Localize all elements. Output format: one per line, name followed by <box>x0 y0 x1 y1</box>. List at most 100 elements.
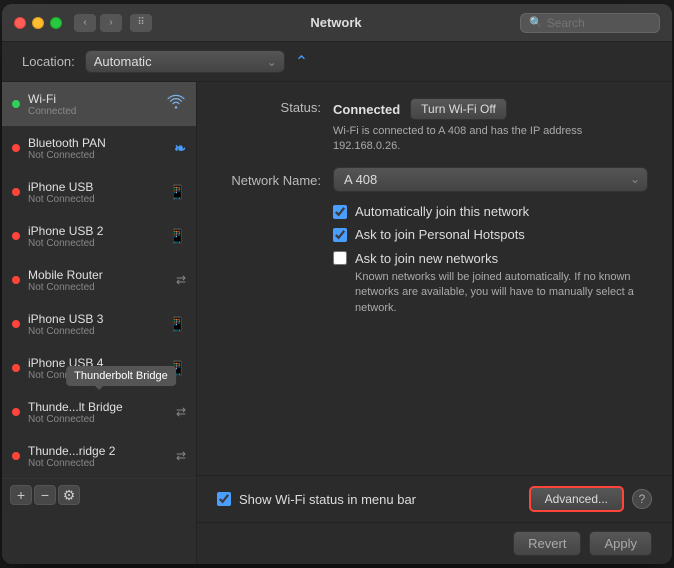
search-icon: 🔍 <box>529 16 543 29</box>
personal-hotspot-checkbox[interactable] <box>333 228 347 242</box>
new-networks-checkbox[interactable] <box>333 251 347 265</box>
status-description: Wi-Fi is connected to A 408 and has the … <box>333 124 613 155</box>
titlebar: ‹ › ⠿ Network 🔍 <box>2 4 672 42</box>
network-name-bt: Bluetooth PAN <box>28 136 166 150</box>
titlebar-nav: ‹ › ⠿ <box>74 14 152 32</box>
personal-hotspot-label: Ask to join Personal Hotspots <box>355 227 525 242</box>
auto-join-label: Automatically join this network <box>355 204 529 219</box>
network-status-wifi: Connected <box>28 106 158 117</box>
phone-icon-usb-4: 📱 <box>169 360 186 377</box>
window-title: Network <box>152 15 520 30</box>
network-status-bt: Not Connected <box>28 150 166 161</box>
network-info-wifi: Wi-Fi Connected <box>28 92 158 117</box>
sidebar: Wi-Fi Connected Bluetooth PAN <box>2 82 197 564</box>
network-info-bt: Bluetooth PAN Not Connected <box>28 136 166 161</box>
phone-icon-usb-2: 📱 <box>169 228 186 245</box>
status-line: Connected Turn Wi-Fi Off <box>333 98 613 120</box>
status-dot-mobile-router <box>12 276 20 284</box>
advanced-button[interactable]: Advanced... <box>529 486 624 512</box>
back-button[interactable]: ‹ <box>74 14 96 32</box>
help-button[interactable]: ? <box>632 489 652 509</box>
network-info-iphone-usb-3: iPhone USB 3 Not Connected <box>28 312 161 337</box>
personal-hotspot-row: Ask to join Personal Hotspots <box>333 227 648 242</box>
network-info-iphone-usb: iPhone USB Not Connected <box>28 180 161 205</box>
search-input[interactable] <box>547 16 651 30</box>
traffic-lights <box>14 17 62 29</box>
sidebar-item-bluetooth-pan[interactable]: Bluetooth PAN Not Connected ❧ <box>2 126 196 170</box>
footer-buttons: Revert Apply <box>197 522 672 564</box>
wifi-off-button[interactable]: Turn Wi-Fi Off <box>410 98 507 120</box>
add-network-button[interactable]: + <box>10 485 32 505</box>
network-name-iphone-usb-2: iPhone USB 2 <box>28 224 161 238</box>
maximize-button[interactable] <box>50 17 62 29</box>
sidebar-item-iphone-usb[interactable]: iPhone USB Not Connected 📱 <box>2 170 196 214</box>
network-name-row: Network Name: A 408 <box>221 167 648 192</box>
status-row: Status: Connected Turn Wi-Fi Off Wi-Fi i… <box>221 98 648 155</box>
status-value: Connected <box>333 102 400 117</box>
sidebar-item-iphone-usb-4[interactable]: iPhone USB 4 Not Connected 📱 <box>2 346 196 390</box>
show-wifi-row: Show Wi-Fi status in menu bar <box>217 492 529 507</box>
network-name-iphone-usb: iPhone USB <box>28 180 161 194</box>
status-dot-iphone-usb <box>12 188 20 196</box>
network-status-iphone-usb-4: Not Connected <box>28 370 161 381</box>
location-select[interactable]: Automatic <box>85 50 285 73</box>
close-button[interactable] <box>14 17 26 29</box>
network-name-iphone-usb-3: iPhone USB 3 <box>28 312 161 326</box>
network-info-tb-bridge: Thunde...lt Bridge Not Connected <box>28 400 168 425</box>
network-status-tb-bridge-2: Not Connected <box>28 458 168 469</box>
status-dot-iphone-usb-4 <box>12 364 20 372</box>
sidebar-item-mobile-router[interactable]: Mobile Router Not Connected ⇄ <box>2 258 196 302</box>
show-wifi-checkbox[interactable] <box>217 492 231 506</box>
status-dot-tb-bridge-2 <box>12 452 20 460</box>
status-dot-iphone-usb-3 <box>12 320 20 328</box>
apply-button[interactable]: Apply <box>589 531 652 556</box>
bottom-bar: Show Wi-Fi status in menu bar Advanced..… <box>197 475 672 522</box>
remove-network-button[interactable]: − <box>34 485 56 505</box>
sidebar-item-iphone-usb-3[interactable]: iPhone USB 3 Not Connected 📱 <box>2 302 196 346</box>
status-field-label: Status: <box>221 98 321 115</box>
sidebar-item-thunderbolt-bridge[interactable]: Thunde...lt Bridge Not Connected Thunder… <box>2 390 196 434</box>
network-info-iphone-usb-2: iPhone USB 2 Not Connected <box>28 224 161 249</box>
auto-join-checkbox[interactable] <box>333 205 347 219</box>
location-arrow-icon: ⌃ <box>295 52 308 72</box>
settings-button[interactable]: ⚙ <box>58 485 80 505</box>
minimize-button[interactable] <box>32 17 44 29</box>
network-name-select-wrapper: A 408 <box>333 167 648 192</box>
network-status-iphone-usb: Not Connected <box>28 194 161 205</box>
network-window: ‹ › ⠿ Network 🔍 Location: Automatic ⌃ Wi… <box>2 4 672 564</box>
new-networks-label: Ask to join new networks <box>355 251 498 266</box>
new-networks-row: Ask to join new networks Known networks … <box>333 250 648 316</box>
search-box[interactable]: 🔍 <box>520 13 660 33</box>
status-dot-tb-bridge <box>12 408 20 416</box>
network-name-tb-bridge: Thunde...lt Bridge <box>28 400 168 414</box>
revert-button[interactable]: Revert <box>513 531 581 556</box>
sidebar-controls: + − ⚙ <box>2 478 196 511</box>
bottom-right: Advanced... ? <box>529 486 652 512</box>
network-name-mobile-router: Mobile Router <box>28 268 168 282</box>
network-name-wifi: Wi-Fi <box>28 92 158 106</box>
grid-button[interactable]: ⠿ <box>130 14 152 32</box>
status-content: Connected Turn Wi-Fi Off Wi-Fi is connec… <box>333 98 613 155</box>
network-status-iphone-usb-3: Not Connected <box>28 326 161 337</box>
network-info-tb-bridge-2: Thunde...ridge 2 Not Connected <box>28 444 168 469</box>
bluetooth-icon: ❧ <box>174 140 186 157</box>
show-wifi-label: Show Wi-Fi status in menu bar <box>239 492 416 507</box>
location-bar: Location: Automatic ⌃ <box>2 42 672 82</box>
forward-button[interactable]: › <box>100 14 122 32</box>
network-name-field-label: Network Name: <box>221 171 321 188</box>
location-label: Location: <box>22 54 75 69</box>
status-dot-wifi <box>12 100 20 108</box>
wifi-icon <box>166 94 186 115</box>
network-name-select[interactable]: A 408 <box>333 167 648 192</box>
checkboxes-section: Automatically join this network Ask to j… <box>333 204 648 316</box>
right-area: Status: Connected Turn Wi-Fi Off Wi-Fi i… <box>197 82 672 564</box>
new-networks-desc: Known networks will be joined automatica… <box>355 270 635 316</box>
network-status-iphone-usb-2: Not Connected <box>28 238 161 249</box>
status-dot-iphone-usb-2 <box>12 232 20 240</box>
sidebar-item-iphone-usb-2[interactable]: iPhone USB 2 Not Connected 📱 <box>2 214 196 258</box>
route-icon-tb-2: ⇄ <box>176 449 186 463</box>
network-info-iphone-usb-4: iPhone USB 4 Not Connected <box>28 356 161 381</box>
network-info-mobile-router: Mobile Router Not Connected <box>28 268 168 293</box>
sidebar-item-thunderbolt-bridge-2[interactable]: Thunde...ridge 2 Not Connected ⇄ <box>2 434 196 478</box>
sidebar-item-wifi[interactable]: Wi-Fi Connected <box>2 82 196 126</box>
